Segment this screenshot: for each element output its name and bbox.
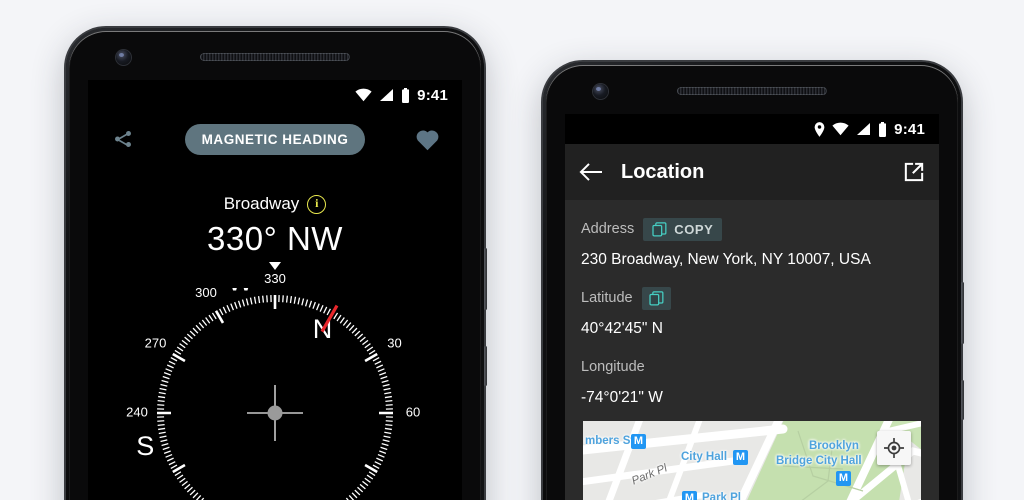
page-title: Location xyxy=(621,160,705,183)
power-button-right-phone[interactable] xyxy=(961,380,964,420)
favorite-button[interactable] xyxy=(410,122,444,156)
volume-button-left-phone[interactable] xyxy=(484,248,487,310)
field-address: Address COPY 230 Broadway, New York, NY … xyxy=(581,214,923,269)
longitude-label: Longitude xyxy=(581,359,645,375)
status-time-right: 9:41 xyxy=(894,120,925,138)
power-button-left-phone[interactable] xyxy=(484,346,487,386)
phone-device-right: 9:41 Location Address COPY 230 Broadway,… xyxy=(543,62,964,500)
map-label: Brooklyn xyxy=(809,440,859,452)
subway-badge-icon: M xyxy=(682,491,697,500)
copy-icon xyxy=(648,290,664,305)
map-label: mbers St xyxy=(585,435,635,447)
status-time-left: 9:41 xyxy=(417,86,448,104)
field-latitude: Latitude 40°42'45" N xyxy=(581,283,923,338)
compass-bearing-270: 270 xyxy=(145,335,167,350)
compass-dial: N E S W 3060240270300 xyxy=(126,288,420,500)
heading-pointer-value: 330 xyxy=(264,271,286,286)
latitude-label-row: Latitude xyxy=(581,283,923,313)
copy-latitude-button[interactable] xyxy=(641,286,671,310)
compass-label-S: S xyxy=(136,431,154,461)
status-bar-right: 9:41 xyxy=(565,114,939,144)
arrow-left-icon[interactable] xyxy=(579,162,603,182)
compass-bearing-60: 60 xyxy=(406,404,420,419)
earpiece-speaker xyxy=(677,87,827,95)
external-link-icon[interactable] xyxy=(903,161,925,183)
field-longitude: Longitude -74°0'21" W xyxy=(581,352,923,407)
battery-icon xyxy=(879,121,887,137)
heart-icon xyxy=(416,130,438,150)
location-details: Address COPY 230 Broadway, New York, NY … xyxy=(565,200,939,500)
compass-bearing-300: 300 xyxy=(195,288,217,300)
compass-label-W: W xyxy=(227,288,253,296)
status-bar-left: 9:41 xyxy=(88,80,462,110)
caret-down-icon xyxy=(269,262,281,270)
screen-compass-app: 9:41 MAGNETIC HEADING Broadway i 330° NW… xyxy=(88,80,462,500)
address-label-row: Address COPY xyxy=(581,214,923,244)
signal-icon xyxy=(380,89,394,101)
signal-icon xyxy=(857,123,871,135)
magnetic-heading-pill[interactable]: MAGNETIC HEADING xyxy=(184,123,366,155)
earpiece-speaker xyxy=(200,53,350,61)
app-bar: Location xyxy=(565,144,939,200)
longitude-value: -74°0'21" W xyxy=(581,389,663,406)
wifi-icon xyxy=(355,88,372,102)
compass-bearing-30: 30 xyxy=(387,335,401,350)
address-label: Address xyxy=(581,221,635,237)
share-icon xyxy=(115,131,131,147)
info-icon[interactable]: i xyxy=(307,194,327,214)
copy-icon xyxy=(652,221,667,236)
street-name-row: Broadway i xyxy=(88,194,462,214)
subway-badge-icon: M xyxy=(631,434,646,449)
copy-address-label: COPY xyxy=(674,221,714,237)
compass-dial-area[interactable]: N E S W 3060240270300 xyxy=(88,288,462,500)
longitude-label-row: Longitude xyxy=(581,352,923,382)
copy-address-button[interactable]: COPY xyxy=(643,217,723,241)
map-preview[interactable]: mbers St M City Hall M Brooklyn Bridge C… xyxy=(583,421,921,500)
wifi-icon xyxy=(832,122,849,136)
screen-location-app: 9:41 Location Address COPY 230 Broadway,… xyxy=(565,114,939,500)
subway-badge-icon: M xyxy=(733,450,748,465)
compass-bearing-240: 240 xyxy=(126,404,148,419)
compass-center-dot xyxy=(267,405,283,421)
subway-badge-icon: M xyxy=(836,471,851,486)
phone-left-body: 9:41 MAGNETIC HEADING Broadway i 330° NW… xyxy=(66,28,484,500)
screenshot-stage: 9:41 MAGNETIC HEADING Broadway i 330° NW… xyxy=(0,0,1024,500)
address-value: 230 Broadway, New York, NY 10007, USA xyxy=(581,251,871,268)
phone-device-left: 9:41 MAGNETIC HEADING Broadway i 330° NW… xyxy=(66,28,487,500)
map-label: Bridge City Hall xyxy=(776,455,862,467)
latitude-label: Latitude xyxy=(581,290,633,306)
phone-right-body: 9:41 Location Address COPY 230 Broadway,… xyxy=(543,62,961,500)
heading-readout: 330° NW xyxy=(207,220,343,257)
front-camera-icon xyxy=(593,84,608,99)
location-pin-icon xyxy=(814,121,825,137)
map-label: Park Pl xyxy=(702,492,741,500)
share-button[interactable] xyxy=(106,122,140,156)
street-name: Broadway xyxy=(223,194,300,213)
latitude-value: 40°42'45" N xyxy=(581,320,663,337)
map-canvas xyxy=(583,421,921,500)
front-camera-icon xyxy=(116,50,131,65)
compass-toolbar: MAGNETIC HEADING xyxy=(88,110,462,168)
my-location-icon xyxy=(884,438,904,458)
battery-icon xyxy=(402,87,410,103)
volume-button-right-phone[interactable] xyxy=(961,282,964,344)
my-location-button[interactable] xyxy=(877,431,911,465)
map-label: City Hall xyxy=(681,451,728,463)
